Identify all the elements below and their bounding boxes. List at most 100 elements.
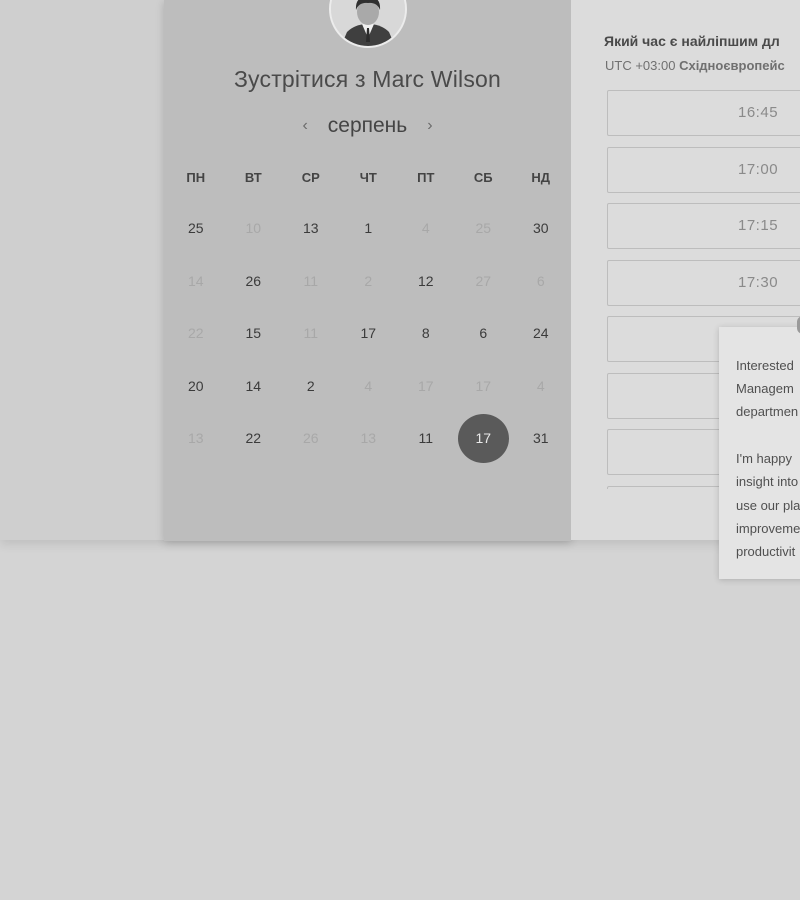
weekday-label: ПН bbox=[186, 170, 206, 185]
calendar-day-label: 4 bbox=[364, 377, 373, 394]
popup-text-line: Interested bbox=[736, 358, 794, 373]
page-title: Зустрітися з Marc Wilson bbox=[233, 66, 502, 92]
calendar-day-label: 14 bbox=[187, 272, 204, 289]
calendar-day[interactable]: 6 bbox=[455, 307, 513, 360]
calendar-day-label: 10 bbox=[245, 220, 262, 237]
calendar-day-label: 14 bbox=[245, 377, 262, 394]
popup-text-line: productivit bbox=[736, 544, 796, 559]
time-question-heading: Який час є найліпшим дл bbox=[604, 33, 780, 49]
calendar-day[interactable]: 26 bbox=[225, 255, 283, 308]
calendar-day: 25 bbox=[455, 202, 513, 255]
calendar-day[interactable]: 24 bbox=[512, 307, 570, 360]
calendar-day[interactable]: 17 bbox=[340, 307, 398, 360]
time-slot-label: 17:30 bbox=[738, 273, 779, 291]
calendar-day: 6 bbox=[512, 255, 570, 308]
weekday-label: ПТ bbox=[417, 170, 435, 185]
calendar-day: 17 bbox=[397, 360, 455, 413]
calendar-day: 13 bbox=[340, 412, 398, 465]
calendar-day-label: 4 bbox=[421, 220, 430, 237]
weekday-header: ПН ВТ СР ЧТ ПТ СБ НД bbox=[167, 170, 570, 185]
calendar-day-label: 4 bbox=[536, 377, 545, 394]
month-label: серпень bbox=[327, 114, 408, 137]
calendar-day-label: 20 bbox=[187, 377, 204, 394]
calendar-day[interactable]: 1 bbox=[340, 202, 398, 255]
calendar-day[interactable]: 13 bbox=[282, 202, 340, 255]
calendar-day-label: 17 bbox=[457, 413, 509, 463]
time-slot-label: 17:00 bbox=[738, 160, 779, 178]
calendar-day: 10 bbox=[225, 202, 283, 255]
calendar-day-label: 1 bbox=[364, 220, 373, 237]
calendar-day: 4 bbox=[397, 202, 455, 255]
timezone-offset: UTC +03:00 bbox=[605, 58, 676, 73]
calendar-day-label: 6 bbox=[536, 272, 545, 289]
calendar-day-label: 17 bbox=[360, 325, 377, 342]
calendar-day-label: 25 bbox=[187, 220, 204, 237]
calendar-day-label: 17 bbox=[475, 377, 492, 394]
calendar-day[interactable]: 12 bbox=[397, 255, 455, 308]
calendar-day[interactable]: 25 bbox=[167, 202, 225, 255]
time-slot-label: 16:45 bbox=[738, 104, 779, 121]
calendar-day: 2 bbox=[340, 255, 398, 308]
calendar-day-label: 22 bbox=[187, 325, 204, 342]
calendar-day-label: 15 bbox=[245, 325, 262, 342]
timezone-label: UTC +03:00 Східноєвропейс bbox=[605, 58, 785, 73]
chevron-right-icon[interactable]: › bbox=[423, 117, 436, 135]
calendar-grid: 25 10 13 1 4 25 30 14 26 11 2 12 27 6 22 15 11 17 8 6 24 20 14… bbox=[167, 202, 570, 465]
calendar-day[interactable]: 30 bbox=[512, 202, 570, 255]
calendar-day[interactable]: 14 bbox=[225, 360, 283, 413]
calendar-day[interactable]: 2 bbox=[282, 360, 340, 413]
chevron-left-icon[interactable]: ‹ bbox=[298, 117, 311, 135]
calendar-day: 11 bbox=[282, 307, 340, 360]
calendar-day-label: 13 bbox=[302, 220, 319, 237]
calendar-day: 4 bbox=[340, 360, 398, 413]
calendar-day-label: 26 bbox=[302, 430, 319, 447]
calendar-day-label: 22 bbox=[245, 430, 262, 447]
weekday-label: ВТ bbox=[244, 170, 262, 185]
popup-text-line: improveme bbox=[736, 521, 800, 536]
calendar-day[interactable]: 20 bbox=[167, 360, 225, 413]
weekday-label: СБ bbox=[473, 170, 493, 185]
time-slot-button[interactable]: 17:30 bbox=[607, 259, 800, 306]
calendar-day[interactable]: 31 bbox=[512, 412, 570, 465]
calendar-day-label: 11 bbox=[303, 272, 319, 289]
calendar-day: 14 bbox=[167, 255, 225, 308]
calendar-day[interactable]: 15 bbox=[225, 307, 283, 360]
calendar-day-label: 31 bbox=[532, 430, 549, 447]
calendar-day-label: 25 bbox=[475, 220, 492, 237]
calendar-day: 17 bbox=[455, 360, 513, 413]
popup-text-line: insight into bbox=[736, 474, 799, 489]
time-slot-label: 17:15 bbox=[738, 217, 779, 234]
chat-popup: Interested Managem departmen I'm happy i… bbox=[719, 327, 800, 579]
calendar-day-label: 26 bbox=[245, 272, 262, 289]
calendar-day-label: 11 bbox=[418, 430, 434, 447]
calendar-day[interactable]: 8 bbox=[397, 307, 455, 360]
weekday-label: ЧТ bbox=[359, 170, 377, 185]
calendar-day-label: 30 bbox=[532, 220, 549, 237]
popup-text-line: Managem bbox=[736, 381, 794, 396]
calendar-day-label: 24 bbox=[532, 325, 549, 342]
popup-text-line: use our pla bbox=[736, 498, 800, 513]
calendar-day-label: 6 bbox=[479, 325, 488, 342]
calendar-day: 27 bbox=[455, 255, 513, 308]
calendar-day-label: 27 bbox=[475, 272, 492, 289]
calendar-day[interactable]: 22 bbox=[225, 412, 283, 465]
time-slot-button[interactable]: 17:00 bbox=[607, 146, 800, 193]
calendar-day: 4 bbox=[512, 360, 570, 413]
calendar-day: 26 bbox=[282, 412, 340, 465]
weekday-label: НД bbox=[531, 170, 551, 185]
calendar-day-label: 13 bbox=[360, 430, 377, 447]
calendar-day-label: 2 bbox=[364, 272, 373, 289]
calendar-day-label: 12 bbox=[417, 272, 434, 289]
calendar-day[interactable]: 11 bbox=[397, 412, 455, 465]
timezone-name: Східноєвропейс bbox=[679, 58, 785, 73]
time-slot-button[interactable]: 17:15 bbox=[607, 203, 800, 249]
weekday-label: СР bbox=[301, 170, 320, 185]
calendar-day: 22 bbox=[167, 307, 225, 360]
month-navigation: ‹ серпень › bbox=[164, 112, 571, 140]
time-slot-button[interactable]: 16:45 bbox=[607, 90, 800, 136]
calendar-day-label: 11 bbox=[303, 325, 319, 342]
calendar-day-label: 8 bbox=[421, 325, 430, 342]
calendar-day-selected[interactable]: 17 bbox=[455, 412, 513, 465]
calendar-day: 11 bbox=[282, 255, 340, 308]
calendar-day: 13 bbox=[167, 412, 225, 465]
